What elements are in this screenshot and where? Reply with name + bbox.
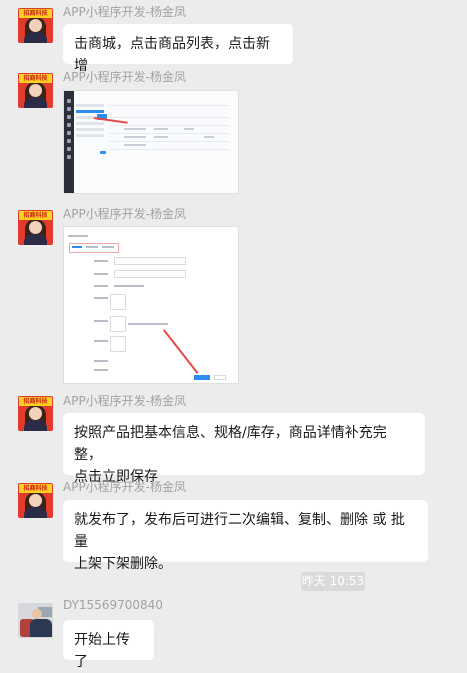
avatar-badge-text: 招商科技	[19, 397, 52, 406]
message-bubble[interactable]: 按照产品把基本信息、规格/库存，商品详情补充完整， 点击立即保存	[63, 413, 425, 485]
timestamp-divider: 昨天 10:53	[301, 572, 365, 591]
sender-name: APP小程序开发-杨金凤	[63, 5, 187, 19]
upload-box-thumbnail	[110, 294, 126, 310]
avatar-badge-text: 招商科技	[19, 211, 52, 220]
avatar-badge-text: 招商科技	[19, 74, 52, 83]
message-bubble[interactable]: 击商城，点击商品列表，点击新增	[63, 24, 293, 74]
add-product-form-screenshot[interactable]	[63, 226, 239, 384]
message-text-line-1: 就发布了，发布后可进行二次编辑、复制、删除 或 批量	[74, 512, 405, 550]
message-bubble[interactable]: 开始上传了	[63, 620, 154, 670]
sender-name: APP小程序开发-杨金凤	[63, 207, 187, 221]
product-list-screenshot[interactable]	[63, 90, 239, 194]
admin-sidebar	[64, 91, 74, 193]
avatar-badge-text: 招商科技	[19, 484, 52, 493]
sender-name: DY15569700840	[63, 598, 163, 612]
sender-name: APP小程序开发-杨金凤	[63, 70, 187, 84]
sender-name: APP小程序开发-杨金凤	[63, 394, 187, 408]
tab-highlight	[69, 243, 119, 253]
sender-avatar[interactable]: 招商科技	[18, 8, 53, 43]
sender-avatar[interactable]: 招商科技	[18, 396, 53, 431]
sender-avatar[interactable]: 招商科技	[18, 483, 53, 518]
sender-name: APP小程序开发-杨金凤	[63, 480, 187, 494]
save-button-thumbnail	[194, 375, 210, 380]
message-text-line-1: 按照产品把基本信息、规格/库存，商品详情补充完整，	[74, 425, 387, 463]
sender-avatar[interactable]: 招商科技	[18, 210, 53, 245]
message-bubble[interactable]: 就发布了，发布后可进行二次编辑、复制、删除 或 批量 上架下架删除。	[63, 500, 428, 572]
annotation-arrow	[163, 329, 199, 374]
avatar-badge-text: 招商科技	[19, 9, 52, 18]
sender-avatar[interactable]	[18, 603, 53, 638]
message-text-line-2: 上架下架删除。	[74, 556, 172, 572]
message-text: 开始上传了	[74, 632, 130, 670]
sender-avatar[interactable]: 招商科技	[18, 73, 53, 108]
